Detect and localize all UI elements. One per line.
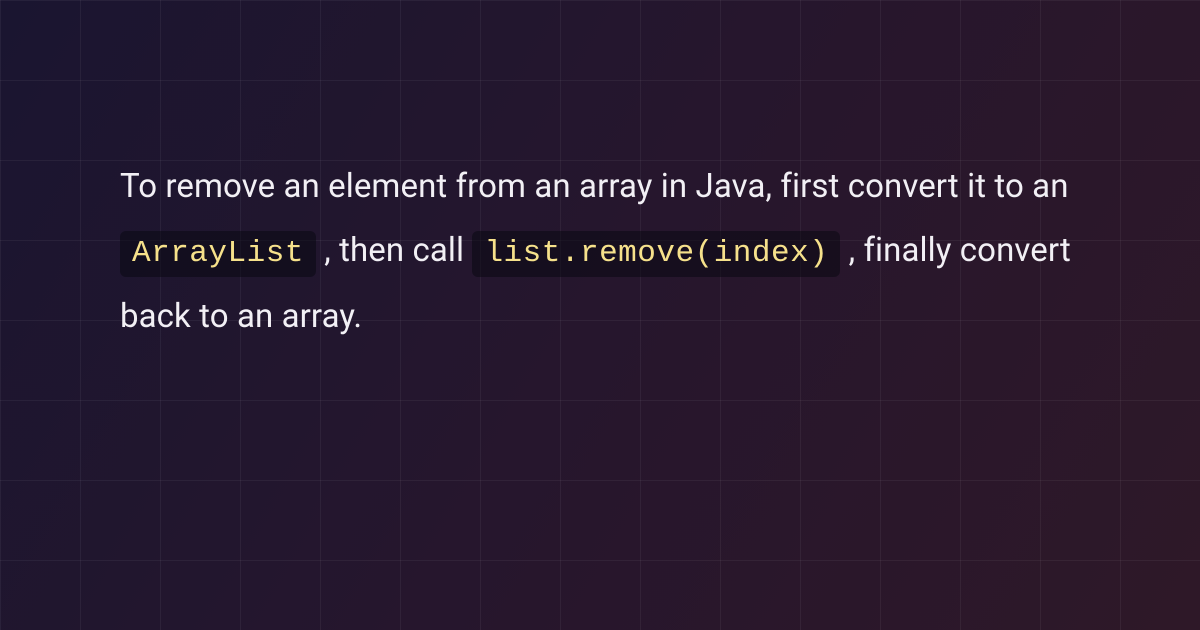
- code-inline-arraylist: ArrayList: [120, 231, 316, 277]
- text-segment: To remove an element from an array in Ja…: [120, 167, 1069, 206]
- text-segment: , then call: [324, 231, 472, 270]
- explanation-paragraph: To remove an element from an array in Ja…: [120, 155, 1080, 349]
- code-inline-remove: list.remove(index): [472, 231, 840, 277]
